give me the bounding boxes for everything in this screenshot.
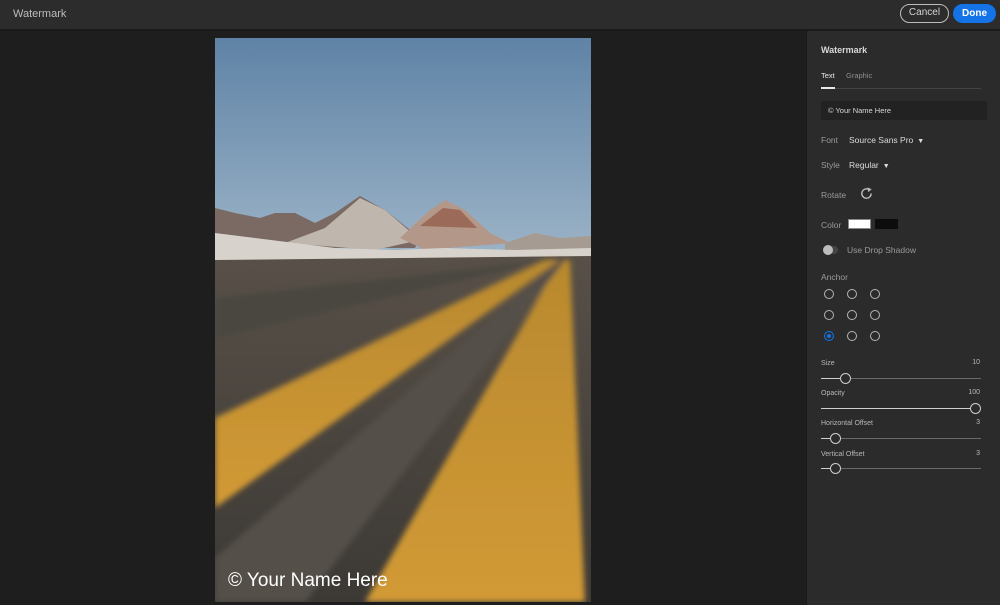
- horizontal-offset-value: 3: [976, 419, 980, 426]
- style-value: Regular: [849, 160, 879, 170]
- chevron-down-icon: ▼: [882, 163, 890, 170]
- opacity-label: Opacity: [821, 390, 845, 397]
- opacity-slider-thumb[interactable]: [970, 403, 981, 414]
- anchor-top-left[interactable]: [824, 289, 834, 299]
- font-dropdown[interactable]: Source Sans Pro ▼: [849, 135, 924, 145]
- drop-shadow-toggle[interactable]: [823, 245, 838, 255]
- anchor-bottom-right[interactable]: [870, 331, 880, 341]
- opacity-slider-fill: [821, 408, 976, 409]
- active-tab-indicator: [821, 87, 835, 89]
- opacity-value: 100: [968, 389, 980, 396]
- size-label: Size: [821, 360, 835, 367]
- rotate-icon[interactable]: [859, 186, 874, 201]
- horizontal-offset-label: Horizontal Offset: [821, 420, 874, 427]
- toggle-knob: [823, 245, 833, 255]
- opacity-slider[interactable]: [821, 403, 981, 414]
- watermark-text-input[interactable]: [821, 101, 987, 120]
- size-slider-thumb[interactable]: [839, 373, 851, 384]
- shadow-color-swatch[interactable]: [875, 219, 898, 229]
- anchor-middle-right[interactable]: [870, 310, 880, 320]
- preview-canvas: © Your Name Here: [0, 31, 806, 605]
- road-landscape-image: [215, 38, 591, 602]
- size-value: 10: [972, 359, 980, 366]
- watermark-preview-text[interactable]: © Your Name Here: [228, 570, 388, 592]
- done-button[interactable]: Done: [953, 4, 996, 23]
- text-color-swatch[interactable]: [848, 219, 871, 229]
- tab-bar: Text Graphic: [821, 71, 981, 89]
- photo-preview: © Your Name Here: [215, 38, 591, 602]
- panel-title: Watermark: [821, 45, 868, 55]
- chevron-down-icon: ▼: [917, 138, 925, 145]
- horizontal-offset-slider-thumb[interactable]: [829, 433, 841, 444]
- anchor-middle-left[interactable]: [824, 310, 834, 320]
- anchor-label: Anchor: [821, 272, 848, 282]
- watermark-panel: Watermark Text Graphic Font Source Sans …: [806, 31, 1000, 605]
- style-label: Style: [821, 160, 840, 170]
- vertical-offset-value: 3: [976, 450, 980, 457]
- anchor-top-center[interactable]: [847, 289, 857, 299]
- vertical-offset-slider[interactable]: [821, 463, 981, 474]
- anchor-bottom-left[interactable]: [824, 331, 834, 341]
- vertical-offset-slider-thumb[interactable]: [829, 463, 841, 474]
- app-title: Watermark: [13, 8, 67, 20]
- anchor-middle-center[interactable]: [847, 310, 857, 320]
- tab-text[interactable]: Text: [821, 71, 835, 80]
- tab-graphic[interactable]: Graphic: [846, 71, 872, 80]
- anchor-bottom-center[interactable]: [847, 331, 857, 341]
- cancel-button[interactable]: Cancel: [900, 4, 949, 23]
- font-value: Source Sans Pro: [849, 135, 914, 145]
- drop-shadow-label: Use Drop Shadow: [847, 245, 916, 255]
- vertical-offset-label: Vertical Offset: [821, 451, 865, 458]
- color-label: Color: [821, 220, 842, 230]
- anchor-top-right[interactable]: [870, 289, 880, 299]
- horizontal-offset-slider[interactable]: [821, 433, 981, 444]
- rotate-label: Rotate: [821, 190, 847, 200]
- top-bar: Watermark Cancel Done: [0, 0, 1000, 30]
- style-dropdown[interactable]: Regular ▼: [849, 160, 890, 170]
- font-label: Font: [821, 135, 839, 145]
- size-slider[interactable]: [821, 373, 981, 384]
